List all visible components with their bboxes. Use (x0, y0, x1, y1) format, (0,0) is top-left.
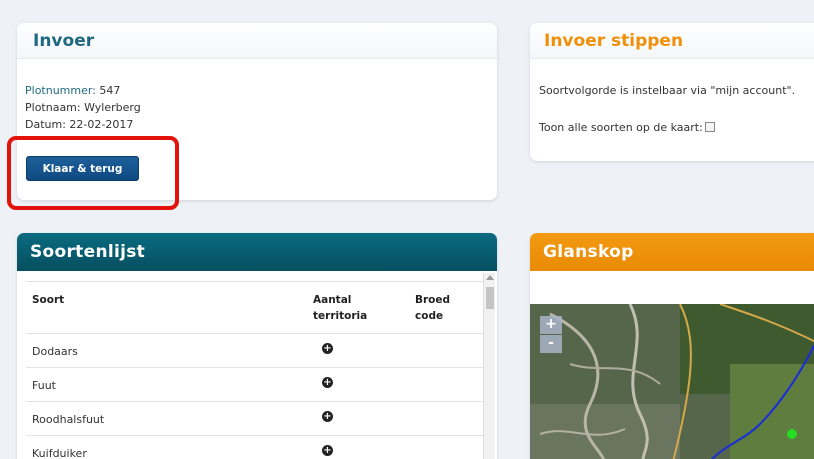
table-scrollbar[interactable] (483, 273, 495, 459)
plus-circle-icon[interactable]: + (322, 411, 333, 422)
datum-line: Datum: 22-02-2017 (25, 118, 133, 131)
column-header-broed: Broed code (415, 292, 450, 324)
zoom-in-button[interactable]: + (540, 316, 562, 334)
soortvolgorde-info: Soortvolgorde is instelbaar via "mijn ac… (539, 84, 796, 97)
row-soort-name: Roodhalsfuut (32, 413, 105, 426)
scroll-thumb[interactable] (486, 287, 494, 309)
plotnaam-value: Wylerberg (84, 101, 141, 114)
column-header-aantal-line1: Aantal (313, 294, 352, 306)
table-row: Roodhalsfuut + (26, 401, 488, 435)
row-soort-name: Fuut (32, 379, 56, 392)
zoom-out-button[interactable]: - (540, 335, 562, 353)
datum-value: 22-02-2017 (69, 118, 134, 131)
row-soort-name: Dodaars (32, 345, 78, 358)
table-row: Kuifduiker + (26, 435, 488, 459)
glanskop-title: Glanskop (530, 233, 814, 271)
invoer-stippen-title: Invoer stippen (530, 23, 814, 59)
row-soort-name: Kuifduiker (32, 447, 87, 459)
soortenlijst-title: Soortenlijst (17, 233, 497, 271)
plus-circle-icon[interactable]: + (322, 377, 333, 388)
plotnummer-label: Plotnummer: (25, 84, 96, 97)
satellite-map[interactable]: + - (530, 304, 814, 459)
map-imagery (530, 304, 814, 459)
toon-alle-soorten-label: Toon alle soorten op de kaart: (539, 121, 703, 134)
invoer-stippen-panel: Invoer stippen Soortvolgorde is instelba… (530, 23, 814, 161)
scroll-up-arrow-icon[interactable] (486, 275, 494, 280)
datum-label: Datum: (25, 118, 66, 131)
plus-circle-icon[interactable]: + (322, 445, 333, 456)
plotnaam-label: Plotnaam: (25, 101, 81, 114)
plotnaam-line: Plotnaam: Wylerberg (25, 101, 141, 114)
column-header-aantal: Aantal territoria (313, 292, 367, 324)
highlight-annotation (7, 136, 179, 210)
plotnummer-line: Plotnummer: 547 (25, 84, 120, 97)
column-header-broed-line2: code (415, 310, 444, 322)
invoer-title: Invoer (17, 23, 497, 59)
table-row: Fuut + (26, 367, 488, 401)
column-header-soort: Soort (32, 294, 65, 306)
soorten-table: Soort Aantal territoria Broed code Dodaa… (26, 281, 488, 459)
glanskop-panel: Glanskop + - (530, 233, 814, 459)
plotnummer-value: 547 (99, 84, 121, 97)
soortenlijst-panel: Soortenlijst Soort Aantal territoria Bro… (17, 233, 497, 459)
column-header-aantal-line2: territoria (313, 310, 368, 322)
plus-circle-icon[interactable]: + (322, 343, 333, 354)
column-header-broed-line1: Broed (415, 294, 451, 306)
toon-alle-soorten-row: Toon alle soorten op de kaart: (539, 121, 715, 134)
table-header: Soort Aantal territoria Broed code (26, 281, 488, 333)
toon-alle-soorten-checkbox[interactable] (704, 122, 715, 132)
table-row: Dodaars + (26, 333, 488, 367)
